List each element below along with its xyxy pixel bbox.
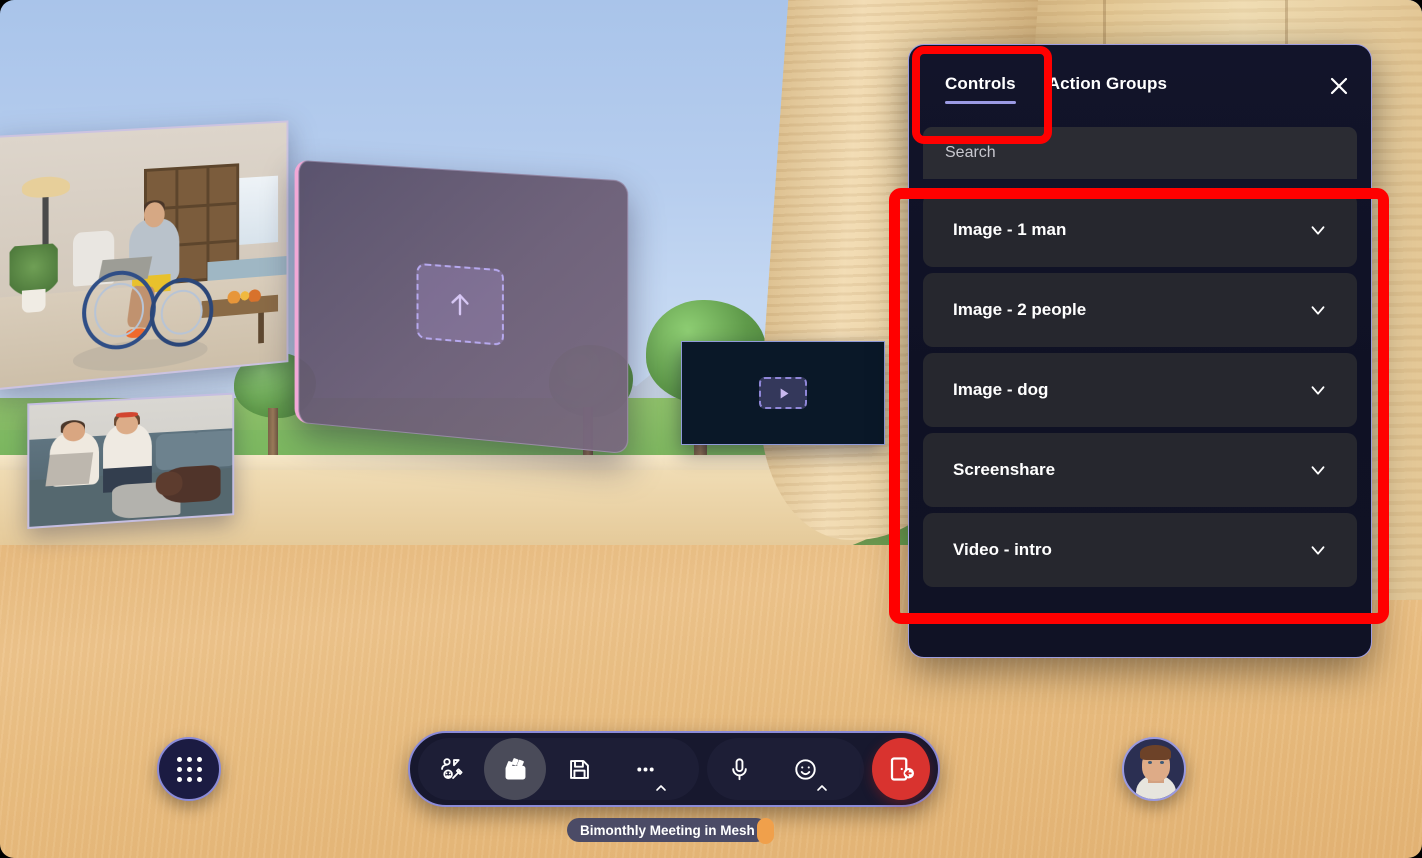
media-clapperboard-button[interactable]: [484, 738, 546, 800]
close-icon: [1327, 74, 1351, 98]
avatar-eye-right: [1160, 761, 1164, 764]
tab-controls-label: Controls: [945, 74, 1016, 93]
avatar-eye-left: [1148, 761, 1152, 764]
close-panel-button[interactable]: [1317, 64, 1361, 108]
upload-dropzone[interactable]: [417, 263, 504, 346]
list-item-label: Video - intro: [953, 540, 1052, 560]
toolbar-group-audio: [707, 738, 864, 800]
chevron-down-icon[interactable]: [1305, 217, 1331, 243]
tab-action-groups[interactable]: Action Groups: [1032, 64, 1183, 108]
avatar-hair: [1140, 745, 1171, 760]
list-item-image-dog[interactable]: Image - dog: [923, 353, 1357, 427]
chevron-up-icon: [655, 784, 667, 792]
avatar-customize-button[interactable]: [418, 738, 484, 800]
scene-photo-two-people-with-dog[interactable]: [27, 393, 234, 529]
chevron-down-icon[interactable]: [1305, 297, 1331, 323]
speaking-indicator-badge: [757, 818, 774, 844]
scene-photo-man-in-wheelchair[interactable]: [0, 120, 288, 390]
user-avatar-button[interactable]: [1122, 737, 1186, 801]
apps-grid-button[interactable]: [157, 737, 221, 801]
list-item-label: Image - dog: [953, 380, 1048, 400]
search-field-wrapper[interactable]: [923, 127, 1357, 179]
chevron-down-icon[interactable]: [1305, 377, 1331, 403]
clapperboard-icon: [502, 756, 529, 783]
microphone-icon: [726, 756, 753, 783]
video-board[interactable]: [681, 341, 885, 445]
microphone-button[interactable]: [707, 738, 773, 800]
screenshare-board[interactable]: [295, 160, 629, 455]
chevron-down-icon[interactable]: [1305, 537, 1331, 563]
controls-list: Image - 1 man Image - 2 people Image - d…: [909, 179, 1371, 601]
toolbar-group-primary: [418, 738, 699, 800]
list-item-label: Image - 2 people: [953, 300, 1086, 320]
smiley-emoji-icon: [792, 756, 819, 783]
grid-9-dots-icon: [177, 757, 202, 782]
more-horizontal-icon: [632, 756, 659, 783]
video-play-placeholder[interactable]: [759, 377, 807, 409]
list-item-image-1-man[interactable]: Image - 1 man: [923, 193, 1357, 267]
controls-panel: Controls Action Groups Image - 1 man: [908, 44, 1372, 658]
avatar-edit-icon: [438, 756, 465, 783]
save-button[interactable]: [546, 738, 612, 800]
upload-arrow-icon: [445, 286, 475, 322]
tab-action-groups-label: Action Groups: [1048, 74, 1167, 93]
leave-meeting-button[interactable]: [872, 738, 930, 800]
reactions-button[interactable]: [773, 738, 839, 800]
floppy-disk-save-icon: [566, 756, 593, 783]
leave-door-icon: [886, 754, 916, 784]
list-item-screenshare[interactable]: Screenshare: [923, 433, 1357, 507]
more-options-button[interactable]: [612, 738, 678, 800]
list-item-video-intro[interactable]: Video - intro: [923, 513, 1357, 587]
tab-controls[interactable]: Controls: [929, 64, 1032, 108]
list-item-image-2-people[interactable]: Image - 2 people: [923, 273, 1357, 347]
list-item-label: Image - 1 man: [953, 220, 1066, 240]
chevron-up-icon: [816, 784, 828, 792]
meeting-toolbar: [408, 731, 940, 807]
panel-tab-bar: Controls Action Groups: [909, 45, 1371, 127]
play-icon: [775, 385, 792, 402]
app-stage: Controls Action Groups Image - 1 man: [0, 0, 1422, 858]
list-item-label: Screenshare: [953, 460, 1055, 480]
search-input[interactable]: [945, 144, 1335, 162]
meeting-name-label: Bimonthly Meeting in Mesh: [580, 823, 755, 838]
meeting-name-badge: Bimonthly Meeting in Mesh: [567, 818, 768, 842]
chevron-down-icon[interactable]: [1305, 457, 1331, 483]
